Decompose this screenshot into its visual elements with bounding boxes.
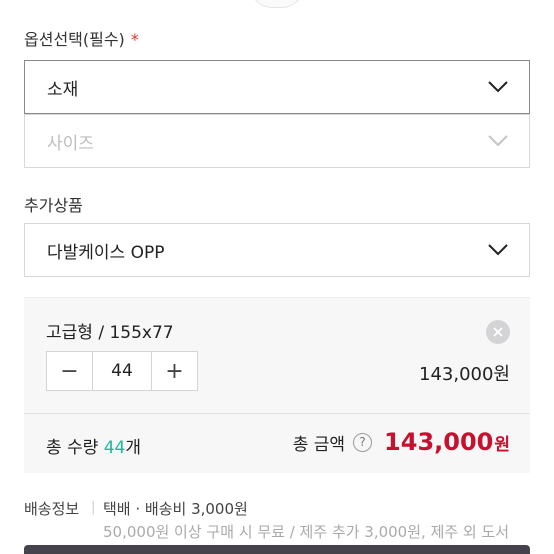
material-select-value: 소재 (47, 79, 79, 100)
required-mark: * (130, 30, 139, 49)
total-amount-unit: 원 (494, 434, 510, 455)
close-icon (493, 327, 503, 337)
image-frame-edge (250, 0, 304, 8)
total-quantity-count: 44 (103, 438, 126, 458)
chevron-down-icon (488, 244, 508, 256)
remove-option-button[interactable] (486, 320, 510, 344)
quantity-value[interactable]: 44 (92, 352, 152, 390)
option-select-label: 옵션선택(필수) * (24, 30, 139, 49)
size-select-value: 사이즈 (47, 133, 94, 154)
shipping-method: 택배 · 배송비 3,000원 (103, 500, 248, 518)
addon-select[interactable]: 다발케이스 OPP (24, 223, 530, 277)
total-quantity: 총 수량 44개 (46, 438, 142, 458)
selected-option-card: 고급형 / 155x77 − 44 + 143,000원 (24, 297, 530, 413)
purchase-bar[interactable] (24, 545, 530, 554)
total-summary: 총 수량 44개 총 금액 ? 143,000 원 (24, 413, 530, 473)
addon-label: 추가상품 (24, 196, 83, 215)
divider: | (91, 500, 96, 515)
increase-quantity-button[interactable]: + (152, 352, 197, 390)
help-icon[interactable]: ? (353, 432, 373, 452)
size-select[interactable]: 사이즈 (24, 114, 530, 168)
shipping-note: 50,000원 이상 구매 시 무료 / 제주 추가 3,000원, 제주 외 … (103, 523, 510, 541)
decrease-quantity-button[interactable]: − (47, 352, 92, 390)
quantity-stepper: − 44 + (46, 351, 198, 391)
total-amount-label: 총 금액 (292, 434, 346, 455)
total-amount-value: 143,000 (384, 428, 494, 456)
shipping-info-label: 배송정보 (24, 500, 80, 518)
material-select[interactable]: 소재 (24, 60, 530, 114)
chevron-down-icon (488, 81, 508, 93)
option-price: 143,000원 (419, 364, 510, 385)
chevron-down-icon (488, 135, 508, 147)
selected-option-name: 고급형 / 155x77 (46, 323, 174, 343)
total-amount: 총 금액 ? 143,000 원 (293, 428, 510, 456)
addon-select-value: 다발케이스 OPP (47, 242, 165, 263)
